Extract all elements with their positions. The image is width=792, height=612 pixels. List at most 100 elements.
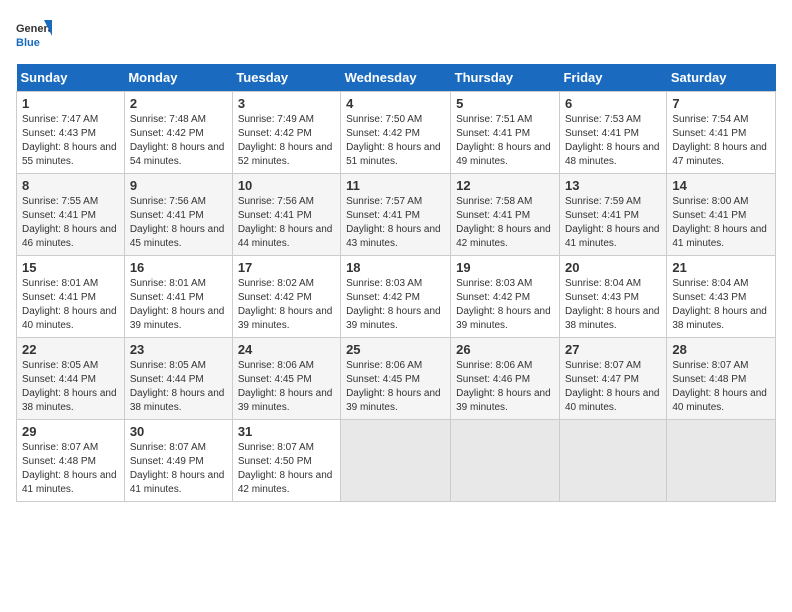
day-info: Sunrise: 7:55 AMSunset: 4:41 PMDaylight:… <box>22 196 117 249</box>
day-info: Sunrise: 7:47 AMSunset: 4:43 PMDaylight:… <box>22 114 117 167</box>
day-info: Sunrise: 7:56 AMSunset: 4:41 PMDaylight:… <box>130 196 225 249</box>
weekday-header-wednesday: Wednesday <box>341 64 451 92</box>
day-number: 10 <box>238 178 335 193</box>
weekday-header-tuesday: Tuesday <box>232 64 340 92</box>
day-info: Sunrise: 7:56 AMSunset: 4:41 PMDaylight:… <box>238 196 333 249</box>
day-number: 1 <box>22 96 119 111</box>
day-number: 22 <box>22 342 119 357</box>
day-number: 2 <box>130 96 227 111</box>
day-info: Sunrise: 7:49 AMSunset: 4:42 PMDaylight:… <box>238 114 333 167</box>
calendar-week-row: 22 Sunrise: 8:05 AMSunset: 4:44 PMDaylig… <box>17 338 776 420</box>
calendar-cell: 14 Sunrise: 8:00 AMSunset: 4:41 PMDaylig… <box>667 174 776 256</box>
calendar-cell: 17 Sunrise: 8:02 AMSunset: 4:42 PMDaylig… <box>232 256 340 338</box>
day-info: Sunrise: 8:06 AMSunset: 4:45 PMDaylight:… <box>346 360 441 413</box>
calendar-week-row: 15 Sunrise: 8:01 AMSunset: 4:41 PMDaylig… <box>17 256 776 338</box>
svg-text:Blue: Blue <box>16 37 40 49</box>
day-number: 11 <box>346 178 445 193</box>
day-number: 6 <box>565 96 661 111</box>
day-info: Sunrise: 7:54 AMSunset: 4:41 PMDaylight:… <box>672 114 767 167</box>
calendar-cell: 28 Sunrise: 8:07 AMSunset: 4:48 PMDaylig… <box>667 338 776 420</box>
day-number: 23 <box>130 342 227 357</box>
day-info: Sunrise: 8:05 AMSunset: 4:44 PMDaylight:… <box>22 360 117 413</box>
day-info: Sunrise: 8:07 AMSunset: 4:49 PMDaylight:… <box>130 442 225 495</box>
calendar-week-row: 1 Sunrise: 7:47 AMSunset: 4:43 PMDayligh… <box>17 92 776 174</box>
day-number: 21 <box>672 260 770 275</box>
calendar-cell: 16 Sunrise: 8:01 AMSunset: 4:41 PMDaylig… <box>124 256 232 338</box>
calendar-cell: 3 Sunrise: 7:49 AMSunset: 4:42 PMDayligh… <box>232 92 340 174</box>
day-number: 29 <box>22 424 119 439</box>
calendar-cell: 20 Sunrise: 8:04 AMSunset: 4:43 PMDaylig… <box>559 256 666 338</box>
calendar-table: SundayMondayTuesdayWednesdayThursdayFrid… <box>16 64 776 502</box>
day-info: Sunrise: 8:04 AMSunset: 4:43 PMDaylight:… <box>672 278 767 331</box>
page-header: General Blue <box>16 16 776 52</box>
day-number: 25 <box>346 342 445 357</box>
calendar-cell: 10 Sunrise: 7:56 AMSunset: 4:41 PMDaylig… <box>232 174 340 256</box>
day-number: 17 <box>238 260 335 275</box>
calendar-cell <box>451 420 560 502</box>
day-info: Sunrise: 8:05 AMSunset: 4:44 PMDaylight:… <box>130 360 225 413</box>
calendar-cell: 21 Sunrise: 8:04 AMSunset: 4:43 PMDaylig… <box>667 256 776 338</box>
day-number: 3 <box>238 96 335 111</box>
weekday-header-saturday: Saturday <box>667 64 776 92</box>
day-number: 18 <box>346 260 445 275</box>
day-number: 31 <box>238 424 335 439</box>
day-number: 15 <box>22 260 119 275</box>
calendar-cell: 1 Sunrise: 7:47 AMSunset: 4:43 PMDayligh… <box>17 92 125 174</box>
weekday-header-friday: Friday <box>559 64 666 92</box>
calendar-cell: 24 Sunrise: 8:06 AMSunset: 4:45 PMDaylig… <box>232 338 340 420</box>
day-info: Sunrise: 8:07 AMSunset: 4:48 PMDaylight:… <box>672 360 767 413</box>
day-number: 4 <box>346 96 445 111</box>
calendar-cell: 4 Sunrise: 7:50 AMSunset: 4:42 PMDayligh… <box>341 92 451 174</box>
day-number: 8 <box>22 178 119 193</box>
day-number: 26 <box>456 342 554 357</box>
calendar-cell: 23 Sunrise: 8:05 AMSunset: 4:44 PMDaylig… <box>124 338 232 420</box>
calendar-cell: 7 Sunrise: 7:54 AMSunset: 4:41 PMDayligh… <box>667 92 776 174</box>
day-number: 5 <box>456 96 554 111</box>
calendar-cell: 26 Sunrise: 8:06 AMSunset: 4:46 PMDaylig… <box>451 338 560 420</box>
calendar-cell: 25 Sunrise: 8:06 AMSunset: 4:45 PMDaylig… <box>341 338 451 420</box>
calendar-week-row: 8 Sunrise: 7:55 AMSunset: 4:41 PMDayligh… <box>17 174 776 256</box>
calendar-cell: 12 Sunrise: 7:58 AMSunset: 4:41 PMDaylig… <box>451 174 560 256</box>
calendar-cell: 2 Sunrise: 7:48 AMSunset: 4:42 PMDayligh… <box>124 92 232 174</box>
logo: General Blue <box>16 16 52 52</box>
day-number: 13 <box>565 178 661 193</box>
day-info: Sunrise: 7:59 AMSunset: 4:41 PMDaylight:… <box>565 196 660 249</box>
day-info: Sunrise: 8:06 AMSunset: 4:45 PMDaylight:… <box>238 360 333 413</box>
day-number: 7 <box>672 96 770 111</box>
calendar-cell: 30 Sunrise: 8:07 AMSunset: 4:49 PMDaylig… <box>124 420 232 502</box>
day-info: Sunrise: 8:03 AMSunset: 4:42 PMDaylight:… <box>346 278 441 331</box>
day-info: Sunrise: 7:57 AMSunset: 4:41 PMDaylight:… <box>346 196 441 249</box>
day-info: Sunrise: 7:50 AMSunset: 4:42 PMDaylight:… <box>346 114 441 167</box>
calendar-cell: 15 Sunrise: 8:01 AMSunset: 4:41 PMDaylig… <box>17 256 125 338</box>
day-info: Sunrise: 7:51 AMSunset: 4:41 PMDaylight:… <box>456 114 551 167</box>
day-number: 30 <box>130 424 227 439</box>
day-number: 9 <box>130 178 227 193</box>
calendar-cell: 22 Sunrise: 8:05 AMSunset: 4:44 PMDaylig… <box>17 338 125 420</box>
weekday-header-monday: Monday <box>124 64 232 92</box>
calendar-cell: 29 Sunrise: 8:07 AMSunset: 4:48 PMDaylig… <box>17 420 125 502</box>
day-info: Sunrise: 7:53 AMSunset: 4:41 PMDaylight:… <box>565 114 660 167</box>
day-number: 12 <box>456 178 554 193</box>
calendar-cell: 18 Sunrise: 8:03 AMSunset: 4:42 PMDaylig… <box>341 256 451 338</box>
day-info: Sunrise: 8:00 AMSunset: 4:41 PMDaylight:… <box>672 196 767 249</box>
calendar-cell: 31 Sunrise: 8:07 AMSunset: 4:50 PMDaylig… <box>232 420 340 502</box>
day-info: Sunrise: 8:02 AMSunset: 4:42 PMDaylight:… <box>238 278 333 331</box>
day-info: Sunrise: 8:06 AMSunset: 4:46 PMDaylight:… <box>456 360 551 413</box>
calendar-cell: 11 Sunrise: 7:57 AMSunset: 4:41 PMDaylig… <box>341 174 451 256</box>
calendar-cell <box>559 420 666 502</box>
day-info: Sunrise: 8:01 AMSunset: 4:41 PMDaylight:… <box>130 278 225 331</box>
calendar-header-row: SundayMondayTuesdayWednesdayThursdayFrid… <box>17 64 776 92</box>
day-number: 27 <box>565 342 661 357</box>
weekday-header-sunday: Sunday <box>17 64 125 92</box>
day-info: Sunrise: 7:58 AMSunset: 4:41 PMDaylight:… <box>456 196 551 249</box>
day-number: 24 <box>238 342 335 357</box>
day-number: 20 <box>565 260 661 275</box>
day-info: Sunrise: 8:07 AMSunset: 4:50 PMDaylight:… <box>238 442 333 495</box>
day-number: 19 <box>456 260 554 275</box>
calendar-cell: 8 Sunrise: 7:55 AMSunset: 4:41 PMDayligh… <box>17 174 125 256</box>
logo-icon: General Blue <box>16 16 52 52</box>
day-number: 16 <box>130 260 227 275</box>
calendar-cell: 9 Sunrise: 7:56 AMSunset: 4:41 PMDayligh… <box>124 174 232 256</box>
day-info: Sunrise: 8:04 AMSunset: 4:43 PMDaylight:… <box>565 278 660 331</box>
day-number: 28 <box>672 342 770 357</box>
